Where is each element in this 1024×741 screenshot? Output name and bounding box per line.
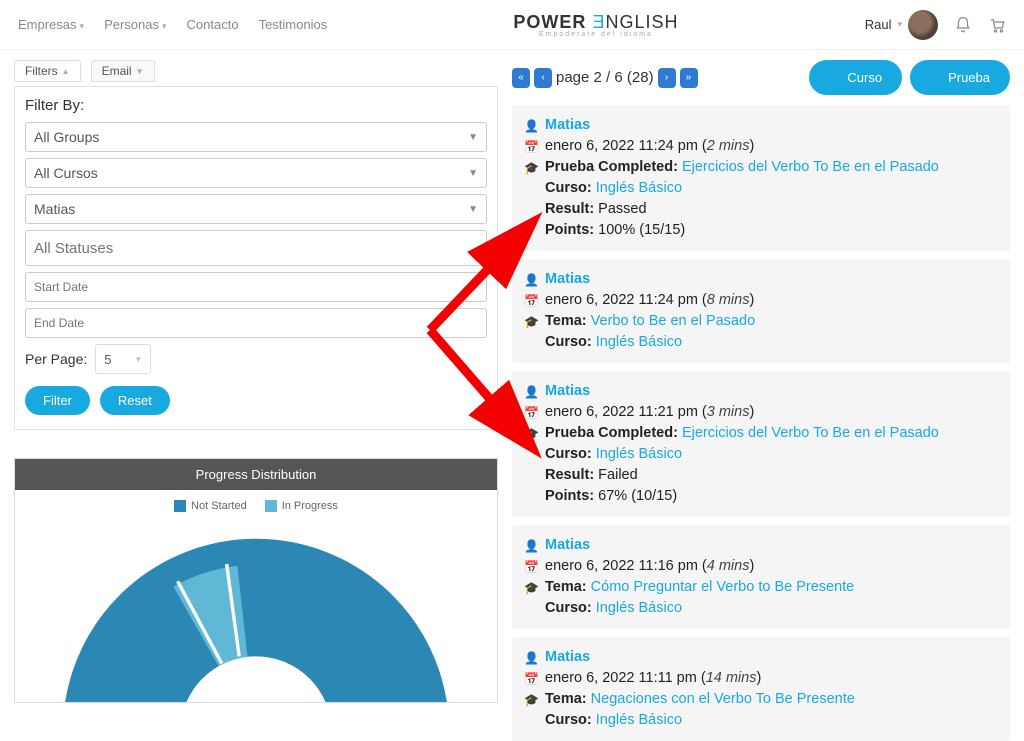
filter-title: Filter By: bbox=[25, 97, 487, 114]
user-icon: 👤 bbox=[524, 384, 537, 401]
input-start-date[interactable] bbox=[25, 272, 487, 302]
graduation-icon: 🎓 bbox=[524, 314, 537, 331]
pager-next[interactable]: › bbox=[658, 68, 676, 88]
calendar-icon: 📅 bbox=[524, 139, 537, 156]
curso-button[interactable]: Curso bbox=[809, 60, 902, 95]
activity-feed: 👤 Matias 📅 enero 6, 2022 11:24 pm (2 mins) 🎓… bbox=[512, 105, 1010, 741]
caret-up-icon: ▲ bbox=[62, 67, 70, 76]
curso-link[interactable]: Inglés Básico bbox=[596, 180, 682, 196]
nav-empresas[interactable]: Empresas▾ bbox=[18, 17, 84, 32]
filter-panel: Filter By: All Groups▼ All Cursos▼ Matia… bbox=[14, 86, 498, 430]
nav-contacto[interactable]: Contacto bbox=[187, 17, 239, 32]
curso-link[interactable]: Inglés Básico bbox=[596, 446, 682, 462]
panel-tabs: Filters▲ Email▼ bbox=[14, 60, 498, 82]
chart-legend: Not Started In Progress bbox=[15, 490, 497, 522]
calendar-icon: 📅 bbox=[524, 559, 537, 576]
cart-icon[interactable] bbox=[988, 16, 1006, 34]
activity-date: enero 6, 2022 11:16 pm (4 mins) bbox=[545, 556, 754, 577]
tab-filters[interactable]: Filters▲ bbox=[14, 60, 81, 82]
chart-title: Progress Distribution bbox=[15, 459, 497, 490]
chevron-down-icon: ▾ bbox=[80, 21, 85, 31]
select-per-page[interactable]: 5▼ bbox=[95, 344, 151, 374]
activity-date: enero 6, 2022 11:24 pm (2 mins) bbox=[545, 136, 754, 157]
download-icon bbox=[829, 72, 841, 84]
graduation-icon: 🎓 bbox=[524, 580, 537, 597]
chevron-down-icon: ▼ bbox=[468, 132, 478, 143]
user-menu[interactable]: Raul ▾ bbox=[865, 10, 938, 40]
prueba-link[interactable]: Ejercicios del Verbo To Be en el Pasado bbox=[682, 425, 939, 441]
user-icon: 👤 bbox=[524, 538, 537, 555]
pager-prev[interactable]: ‹ bbox=[534, 68, 552, 88]
select-groups[interactable]: All Groups▼ bbox=[25, 122, 487, 152]
input-statuses[interactable] bbox=[25, 230, 487, 266]
activity-card: 👤Matias📅enero 6, 2022 11:11 pm (14 mins)… bbox=[512, 637, 1010, 741]
user-icon: 👤 bbox=[524, 272, 537, 289]
curso-link[interactable]: Inglés Básico bbox=[596, 712, 682, 728]
chart-card: Progress Distribution Not Started In Pro… bbox=[14, 458, 498, 703]
filter-button[interactable]: Filter bbox=[25, 386, 90, 415]
activity-card: 👤 Matias 📅 enero 6, 2022 11:16 pm (4 mins) 🎓… bbox=[512, 525, 1010, 629]
user-icon: 👤 bbox=[524, 118, 537, 135]
activity-date: enero 6, 2022 11:24 pm (8 mins) bbox=[545, 290, 754, 311]
legend-in-progress: In Progress bbox=[265, 500, 338, 512]
chevron-down-icon: ▼ bbox=[468, 204, 478, 215]
legend-not-started: Not Started bbox=[174, 500, 247, 512]
input-end-date[interactable] bbox=[25, 308, 487, 338]
calendar-icon: 📅 bbox=[524, 293, 537, 310]
graduation-icon: 🎓 bbox=[524, 692, 537, 709]
select-cursos[interactable]: All Cursos▼ bbox=[25, 158, 487, 188]
logo: POWER ƎNGLISH Empoderate del idioma bbox=[327, 12, 865, 38]
tema-link[interactable]: Cómo Preguntar el Verbo to Be Presente bbox=[591, 579, 855, 595]
header-right: Raul ▾ bbox=[865, 10, 1006, 40]
curso-link[interactable]: Inglés Básico bbox=[596, 600, 682, 616]
pager-last[interactable]: » bbox=[680, 68, 698, 88]
chevron-down-icon: ▼ bbox=[134, 355, 142, 364]
main-nav: Empresas▾ Personas▾ Contacto Testimonios bbox=[18, 17, 327, 32]
activity-card: 👤 Matias 📅 enero 6, 2022 11:24 pm (8 mins) 🎓… bbox=[512, 259, 1010, 363]
activity-card: 👤 Matias 📅 enero 6, 2022 11:21 pm (3 mins) 🎓… bbox=[512, 371, 1010, 517]
pager-text: page 2 / 6 (28) bbox=[556, 69, 654, 86]
curso-link[interactable]: Inglés Básico bbox=[596, 334, 682, 350]
nav-personas[interactable]: Personas▾ bbox=[104, 17, 166, 32]
bell-icon[interactable] bbox=[954, 16, 972, 34]
activity-user[interactable]: Matias bbox=[545, 647, 590, 668]
activity-user[interactable]: Matias bbox=[545, 115, 590, 136]
chevron-down-icon: ▼ bbox=[468, 168, 478, 179]
activity-date: enero 6, 2022 11:11 pm (14 mins) bbox=[545, 668, 761, 689]
chevron-down-icon: ▾ bbox=[162, 21, 167, 31]
activity-user[interactable]: Matias bbox=[545, 381, 590, 402]
download-icon bbox=[930, 72, 942, 84]
graduation-icon: 🎓 bbox=[524, 160, 537, 177]
activity-card: 👤 Matias 📅 enero 6, 2022 11:24 pm (2 mins) 🎓… bbox=[512, 105, 1010, 251]
tema-link[interactable]: Verbo to Be en el Pasado bbox=[591, 313, 755, 329]
per-page-label: Per Page: bbox=[25, 351, 87, 367]
prueba-link[interactable]: Ejercicios del Verbo To Be en el Pasado bbox=[682, 159, 939, 175]
tab-email[interactable]: Email▼ bbox=[91, 60, 155, 82]
activity-user[interactable]: Matias bbox=[545, 269, 590, 290]
select-user[interactable]: Matias▼ bbox=[25, 194, 487, 224]
user-icon: 👤 bbox=[524, 650, 537, 667]
caret-down-icon: ▼ bbox=[136, 67, 144, 76]
pager-first[interactable]: « bbox=[512, 68, 530, 88]
pager: « ‹ page 2 / 6 (28) › » bbox=[512, 68, 698, 88]
activity-date: enero 6, 2022 11:21 pm (3 mins) bbox=[545, 402, 754, 423]
donut-chart bbox=[15, 522, 497, 702]
chevron-down-icon: ▾ bbox=[897, 19, 902, 30]
calendar-icon: 📅 bbox=[524, 405, 537, 422]
tema-link[interactable]: Negaciones con el Verbo To Be Presente bbox=[591, 691, 855, 707]
avatar bbox=[908, 10, 938, 40]
header: Empresas▾ Personas▾ Contacto Testimonios… bbox=[0, 0, 1024, 50]
graduation-icon: 🎓 bbox=[524, 426, 537, 443]
nav-testimonios[interactable]: Testimonios bbox=[259, 17, 328, 32]
prueba-button[interactable]: Prueba bbox=[910, 60, 1010, 95]
activity-user[interactable]: Matias bbox=[545, 535, 590, 556]
reset-button[interactable]: Reset bbox=[100, 386, 170, 415]
